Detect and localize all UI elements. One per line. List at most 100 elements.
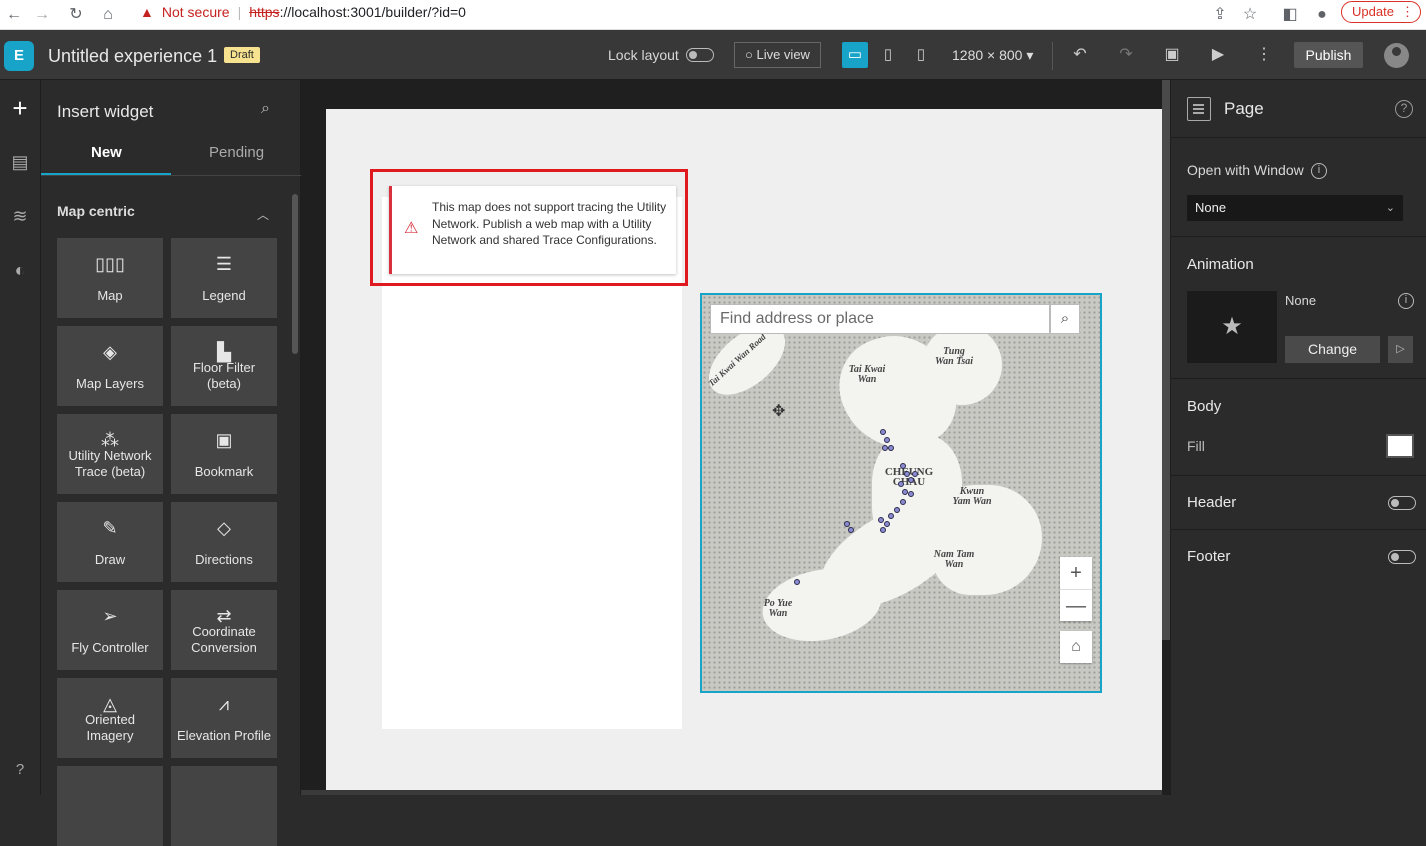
profile-icon[interactable]: ● <box>1312 5 1332 25</box>
insert-widget-icon[interactable]: + <box>4 92 36 124</box>
feature-point[interactable] <box>884 437 890 443</box>
feature-point[interactable] <box>888 513 894 519</box>
sidepanel-icon[interactable]: ◧ <box>1280 5 1300 25</box>
utility-network-trace-widget[interactable]: ⚠ This map does not support tracing the … <box>370 169 688 286</box>
feature-point[interactable] <box>912 471 918 477</box>
canvas-scrollbar[interactable] <box>1162 80 1170 640</box>
forward-icon[interactable]: → <box>32 5 52 25</box>
redo-icon[interactable]: ↷ <box>1115 44 1137 66</box>
more-vert-icon: ⋮ <box>1401 4 1414 19</box>
open-with-window-select[interactable]: None ⌄ <box>1187 195 1403 221</box>
publish-button[interactable]: Publish <box>1294 42 1363 68</box>
feature-point[interactable] <box>898 481 904 487</box>
feature-point[interactable] <box>844 521 850 527</box>
live-view-button[interactable]: ○ Live view <box>734 42 821 68</box>
lock-layout-label: Lock layout <box>608 47 679 63</box>
map-search-input[interactable]: Find address or place <box>710 304 1050 334</box>
more-icon[interactable]: ⋮ <box>1253 44 1275 66</box>
open-with-window-section <box>1171 138 1426 237</box>
header-toggle[interactable] <box>1388 496 1416 510</box>
play-icon[interactable]: ▷ <box>1388 336 1413 363</box>
tab-pending[interactable]: Pending <box>209 144 264 161</box>
help-icon[interactable]: ? <box>1395 100 1413 118</box>
fill-color-swatch[interactable] <box>1386 434 1414 458</box>
place-label: Kwun Yam Wan <box>952 486 992 507</box>
feature-point[interactable] <box>878 517 884 523</box>
feature-point[interactable] <box>880 527 886 533</box>
feature-point[interactable] <box>888 445 894 451</box>
canvas-hscrollbar[interactable] <box>301 790 1162 795</box>
animation-preview[interactable]: ★ <box>1187 291 1277 363</box>
user-avatar[interactable] <box>1384 43 1409 68</box>
widget-partial[interactable] <box>57 766 163 846</box>
page-icon <box>1187 97 1211 121</box>
feature-point[interactable] <box>908 477 914 483</box>
preview-icon[interactable]: ▶ <box>1207 44 1229 66</box>
directions-icon: ◇ <box>217 518 231 538</box>
widget-coordinate-conversion[interactable]: ⇄ Coordinate Conversion <box>171 590 277 670</box>
address-bar[interactable]: ▲ Not secure | https://localhost:3001/bu… <box>132 2 1272 22</box>
change-animation-button[interactable]: Change <box>1285 336 1380 363</box>
map-search-button[interactable]: ⌕ <box>1050 304 1080 334</box>
draw-icon: ✎ <box>102 518 118 538</box>
feature-point[interactable] <box>908 491 914 497</box>
feature-point[interactable] <box>848 527 854 533</box>
widget-utility-network-trace[interactable]: ⁂ Utility Network Trace (beta) <box>57 414 163 494</box>
widget-directions[interactable]: ◇ Directions <box>171 502 277 582</box>
widget-map[interactable]: ▯▯▯ Map <box>57 238 163 318</box>
star-icon[interactable]: ☆ <box>1240 5 1260 25</box>
tablet-view-icon[interactable]: ▯ <box>875 42 901 68</box>
home-icon[interactable]: ⌂ <box>98 5 118 25</box>
feature-point[interactable] <box>900 463 906 469</box>
chevron-up-icon[interactable]: ︿ <box>257 206 269 223</box>
experience-builder-logo[interactable]: E <box>4 41 34 71</box>
widget-legend[interactable]: ☰ Legend <box>171 238 277 318</box>
feature-point[interactable] <box>894 507 900 513</box>
widget-floor-filter[interactable]: ▙ Floor Filter (beta) <box>171 326 277 406</box>
desktop-view-icon[interactable]: ▭ <box>842 42 868 68</box>
feature-point[interactable] <box>880 429 886 435</box>
browser-toolbar: ← → ↻ ⌂ ▲ Not secure | https://localhost… <box>0 0 1426 30</box>
widget-partial[interactable] <box>171 766 277 846</box>
home-icon[interactable]: ⌂ <box>1060 631 1092 663</box>
info-icon[interactable]: i <box>1311 163 1327 179</box>
reload-icon[interactable]: ↻ <box>66 5 86 25</box>
widget-oriented-imagery[interactable]: ◬ Oriented Imagery <box>57 678 163 758</box>
widget-bookmark[interactable]: ▣ Bookmark <box>171 414 277 494</box>
data-icon[interactable]: ≋ <box>4 200 36 232</box>
update-button[interactable]: Update ⋮ <box>1341 1 1421 23</box>
help-icon[interactable]: ? <box>4 754 36 786</box>
zoom-in-icon[interactable]: + <box>1060 557 1092 589</box>
mobile-view-icon[interactable]: ▯ <box>908 42 934 68</box>
page-canvas[interactable]: ⚠ This map does not support tracing the … <box>326 109 1162 791</box>
zoom-out-icon[interactable]: — <box>1060 589 1092 621</box>
warning-alert: ⚠ This map does not support tracing the … <box>389 186 676 274</box>
panel-scrollbar[interactable] <box>292 194 298 354</box>
footer-toggle[interactable] <box>1388 550 1416 564</box>
widget-fly-controller[interactable]: ➢ Fly Controller <box>57 590 163 670</box>
fill-label: Fill <box>1187 438 1205 454</box>
feature-point[interactable] <box>884 521 890 527</box>
move-cursor-icon: ✥ <box>772 403 786 420</box>
undo-icon[interactable]: ↶ <box>1069 44 1091 66</box>
search-icon[interactable]: ⌕ <box>261 100 270 118</box>
feature-point[interactable] <box>900 499 906 505</box>
page-icon[interactable]: ▤ <box>4 146 36 178</box>
feature-point[interactable] <box>882 445 888 451</box>
widget-elevation-profile[interactable]: ⩘ Elevation Profile <box>171 678 277 758</box>
back-icon[interactable]: ← <box>4 5 24 25</box>
lock-layout-toggle[interactable] <box>686 48 714 62</box>
experience-title[interactable]: Untitled experience 1 <box>48 46 217 67</box>
map-widget[interactable]: Tai Kwai Wan Tung Wan Tsai Kwun Yam Wan … <box>700 293 1102 693</box>
save-icon[interactable]: ▣ <box>1161 44 1183 66</box>
info-icon[interactable]: i <box>1398 293 1414 309</box>
feature-point[interactable] <box>904 471 910 477</box>
feature-point[interactable] <box>794 579 800 585</box>
widget-map-layers[interactable]: ◈ Map Layers <box>57 326 163 406</box>
tab-new[interactable]: New <box>91 144 122 161</box>
resolution-dropdown[interactable]: 1280 × 800 ▾ <box>952 47 1033 64</box>
widget-draw[interactable]: ✎ Draw <box>57 502 163 582</box>
theme-icon[interactable]: ◐ <box>4 254 36 286</box>
share-icon[interactable]: ⇪ <box>1210 5 1230 25</box>
open-with-window-label: Open with Window <box>1187 162 1304 178</box>
